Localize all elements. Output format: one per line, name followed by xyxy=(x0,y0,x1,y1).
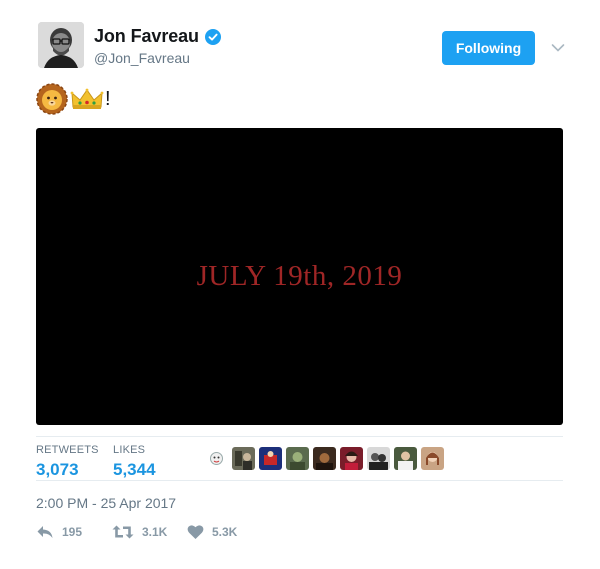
media-caption: JULY 19th, 2019 xyxy=(196,260,403,292)
divider xyxy=(36,480,563,481)
liker-avatar[interactable] xyxy=(205,447,228,470)
like-action[interactable]: 5.3K xyxy=(187,524,237,540)
retweets-stat[interactable]: RETWEETS 3,073 xyxy=(36,444,99,480)
crown-emoji-icon xyxy=(70,87,104,111)
retweets-count[interactable]: 3,073 xyxy=(36,460,99,480)
like-count: 5.3K xyxy=(212,525,238,539)
tweet-timestamp[interactable]: 2:00 PM - 25 Apr 2017 xyxy=(36,495,176,511)
author-name-row[interactable]: Jon Favreau xyxy=(94,26,221,47)
tweet-media-image[interactable]: JULY 19th, 2019 xyxy=(36,128,563,425)
liker-avatar[interactable] xyxy=(313,447,336,470)
chevron-down-icon[interactable] xyxy=(551,40,565,52)
retweet-icon[interactable] xyxy=(112,524,134,540)
reply-count: 195 xyxy=(62,525,83,539)
author-handle[interactable]: @Jon_Favreau xyxy=(94,50,190,66)
author-avatar[interactable] xyxy=(38,22,84,68)
liker-avatar[interactable] xyxy=(340,447,363,470)
divider xyxy=(36,436,563,437)
liker-avatar[interactable] xyxy=(232,447,255,470)
tweet-text: ! xyxy=(36,82,111,116)
liker-avatar[interactable] xyxy=(394,447,417,470)
tweet-card: Jon Favreau @Jon_Favreau Following ! JUL… xyxy=(0,0,600,569)
reply-icon[interactable] xyxy=(36,524,54,540)
verified-badge-icon xyxy=(204,28,221,45)
likes-label: LIKES xyxy=(113,444,146,456)
author-display-name[interactable]: Jon Favreau xyxy=(94,26,199,47)
liker-avatar[interactable] xyxy=(421,447,444,470)
lion-emoji-icon xyxy=(36,82,68,116)
following-button[interactable]: Following xyxy=(442,31,535,65)
reply-action[interactable]: 195 xyxy=(36,524,82,540)
liker-avatars xyxy=(205,447,444,470)
tweet-text-suffix: ! xyxy=(105,87,111,110)
likes-stat[interactable]: LIKES 5,344 xyxy=(113,444,156,480)
heart-icon[interactable] xyxy=(187,524,204,540)
likes-count[interactable]: 5,344 xyxy=(113,460,156,480)
liker-avatar[interactable] xyxy=(286,447,309,470)
retweet-action[interactable]: 3.1K xyxy=(112,524,167,540)
liker-avatar[interactable] xyxy=(259,447,282,470)
liker-avatar[interactable] xyxy=(367,447,390,470)
retweets-label: RETWEETS xyxy=(36,444,99,456)
retweet-count: 3.1K xyxy=(142,525,168,539)
